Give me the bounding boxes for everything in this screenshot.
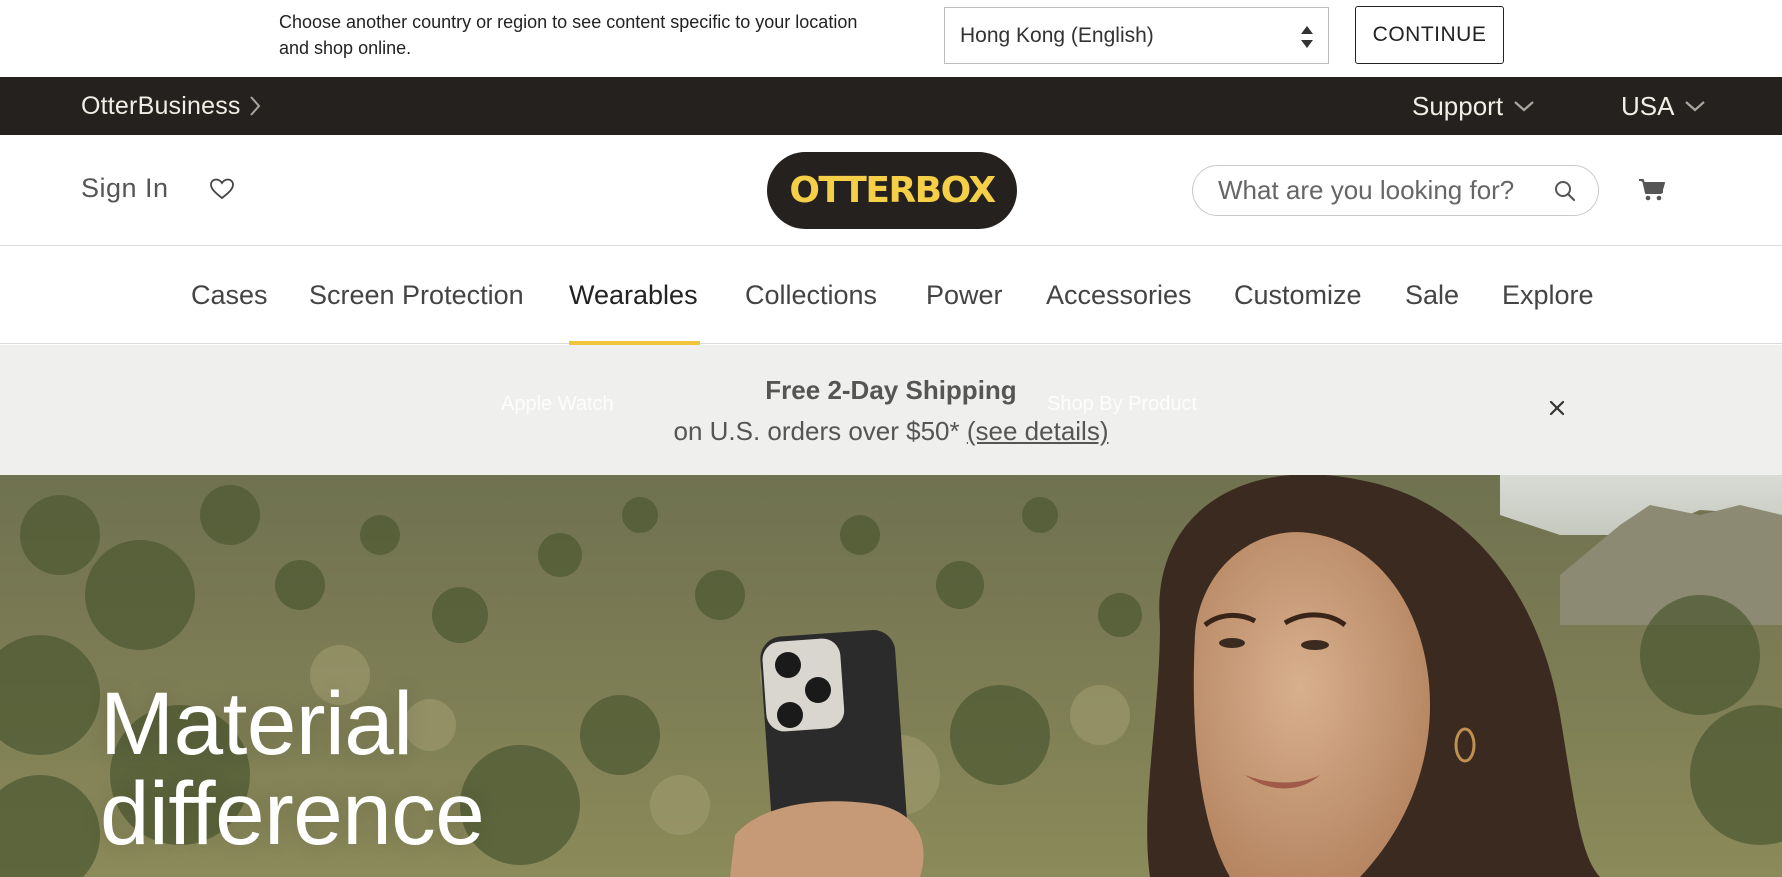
country-selector-banner: Choose another country or region to see … <box>0 0 1782 77</box>
nav-item-explore[interactable]: Explore <box>1502 246 1594 344</box>
promo-subtitle: on U.S. orders over $50* <box>673 416 960 446</box>
nav-item-sale[interactable]: Sale <box>1405 246 1459 344</box>
main-navigation: Cases Screen Protection Wearables Collec… <box>0 246 1782 345</box>
search-box <box>1192 165 1599 216</box>
promo-subtitle-line: on U.S. orders over $50* (see details) <box>0 416 1782 447</box>
nav-item-cases[interactable]: Cases <box>191 246 268 344</box>
region-select[interactable]: Hong Kong (English) <box>944 7 1329 64</box>
select-arrows-icon <box>1301 26 1313 48</box>
close-icon[interactable] <box>1548 399 1566 417</box>
chevron-down-icon <box>1685 101 1706 112</box>
continue-button[interactable]: CONTINUE <box>1355 6 1504 64</box>
cart-icon[interactable] <box>1638 177 1666 203</box>
otterbusiness-label: OtterBusiness <box>81 91 241 120</box>
region-select-value: Hong Kong (English) <box>960 23 1154 47</box>
see-details-link[interactable]: (see details) <box>967 416 1109 446</box>
chevron-right-icon <box>249 96 260 116</box>
support-label: Support <box>1412 90 1504 121</box>
nav-item-collections[interactable]: Collections <box>745 246 877 344</box>
support-menu[interactable]: Support <box>1412 77 1535 135</box>
country-label: USA <box>1621 90 1675 121</box>
hero-banner: Material difference <box>0 475 1782 877</box>
promo-title: Free 2-Day Shipping <box>765 375 1017 405</box>
sign-in-link[interactable]: Sign In <box>81 173 169 204</box>
hero-heading: Material difference <box>100 673 485 863</box>
heart-icon[interactable] <box>209 177 235 201</box>
utility-bar: OtterBusiness Support USA <box>0 77 1782 135</box>
nav-item-wearables[interactable]: Wearables <box>569 246 698 344</box>
hero-heading-line-1: Material <box>100 673 413 773</box>
nav-item-screen-protection[interactable]: Screen Protection <box>309 246 524 344</box>
search-input[interactable] <box>1218 175 1538 206</box>
hero-heading-line-2: difference <box>100 763 485 863</box>
site-header: Sign In OTTERBOX <box>0 135 1782 246</box>
search-icon[interactable] <box>1554 180 1576 202</box>
nav-item-power[interactable]: Power <box>926 246 1003 344</box>
otterbusiness-link[interactable]: OtterBusiness <box>81 77 261 135</box>
nav-item-customize[interactable]: Customize <box>1234 246 1362 344</box>
country-message: Choose another country or region to see … <box>279 12 858 58</box>
logo-text: OTTERBOX <box>789 170 996 211</box>
nav-item-accessories[interactable]: Accessories <box>1046 246 1192 344</box>
chevron-down-icon <box>1514 101 1534 112</box>
shipping-promo-banner: Apple Watch Shop By Product Free 2-Day S… <box>0 345 1782 475</box>
country-menu[interactable]: USA <box>1621 77 1706 135</box>
otterbox-logo[interactable]: OTTERBOX <box>767 152 1017 229</box>
